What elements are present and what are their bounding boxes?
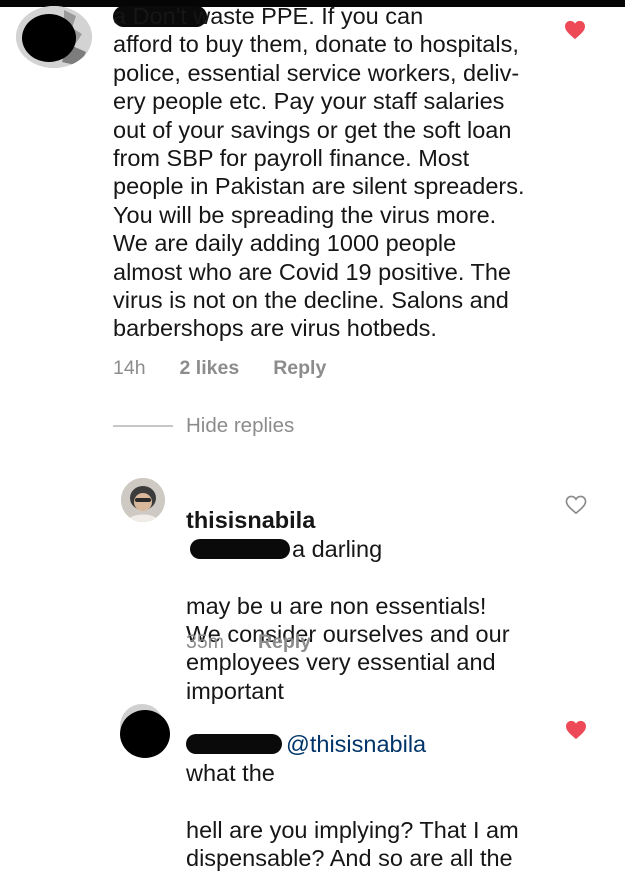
reply-meta: 35m Reply bbox=[186, 631, 345, 654]
reply-text: @thisisnabila what the hell are you impl… bbox=[186, 702, 586, 872]
reply-mention[interactable]: @thisisnabila bbox=[286, 731, 426, 757]
reply-text-rest: hell are you implying? That I am dispens… bbox=[186, 816, 519, 872]
avatar-photo bbox=[121, 478, 165, 522]
avatar-redaction bbox=[120, 710, 170, 758]
reply-text: thisisnabila a darling may be u are non … bbox=[186, 478, 586, 705]
comment-time: 14h bbox=[113, 357, 146, 379]
reply-button[interactable]: Reply bbox=[273, 357, 326, 380]
avatar[interactable] bbox=[121, 478, 165, 522]
comment-meta: 14h 2 likes Reply bbox=[113, 357, 360, 380]
reply-text-first: a darling bbox=[292, 535, 383, 562]
likes-count[interactable]: 2 likes bbox=[180, 357, 240, 380]
reply-username[interactable]: thisisnabila bbox=[186, 507, 315, 533]
username-redaction bbox=[186, 734, 282, 755]
reply-text-first: what the bbox=[186, 759, 275, 786]
heart-filled-icon[interactable] bbox=[564, 20, 586, 45]
reply-button[interactable]: Reply bbox=[258, 631, 311, 654]
replies-divider bbox=[113, 425, 173, 427]
heart-filled-icon[interactable] bbox=[565, 720, 587, 745]
mention-redaction bbox=[190, 538, 290, 559]
heart-outline-icon[interactable] bbox=[565, 495, 587, 520]
reply-time: 35m bbox=[186, 631, 224, 653]
comment-text: a Don't waste PPE. If you can afford to … bbox=[113, 3, 525, 342]
hide-replies-button[interactable]: Hide replies bbox=[186, 414, 294, 438]
avatar-redaction bbox=[22, 14, 76, 62]
